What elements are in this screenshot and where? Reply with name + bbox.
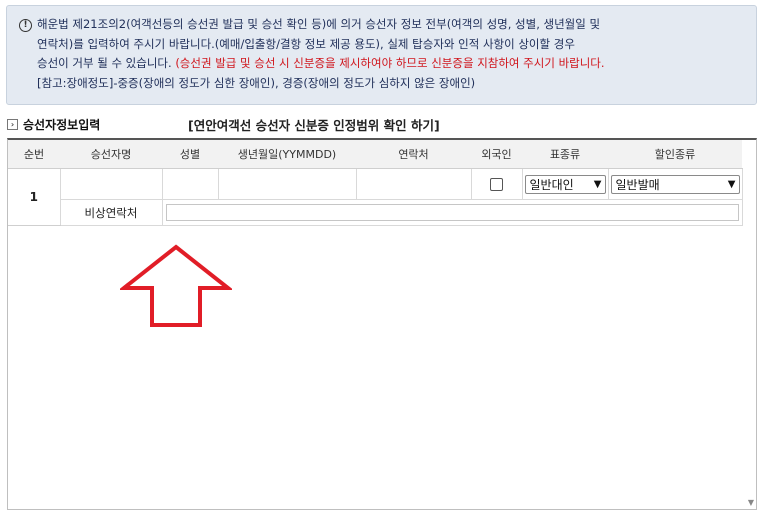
emergency-row: 비상연락처 <box>8 199 743 226</box>
notice-line-3: 승선이 거부 될 수 있습니다. (승선권 발급 및 승선 시 신분증을 제시하… <box>37 54 746 74</box>
ticket-type-cell: 일반대인 ▼ <box>522 168 609 200</box>
emergency-contact-label: 비상연락처 <box>60 199 163 226</box>
header-seq: 순번 <box>8 140 60 169</box>
notice-line-4: [참고:장애정도]-중증(장애의 정도가 심한 장애인), 경증(장애의 정도가… <box>37 75 476 90</box>
chevron-down-icon: ▼ <box>593 178 602 190</box>
header-ticket-type: 표종류 <box>522 140 608 169</box>
foreigner-checkbox[interactable] <box>490 177 503 191</box>
warning-icon: ! <box>19 19 32 32</box>
table-header-row: 순번 승선자명 성별 생년월일(YYMMDD) 연락처 외국인 표종류 할인종류 <box>8 140 742 169</box>
section-title-text: 승선자정보입력 <box>23 117 101 132</box>
discount-type-cell: 일반발매 ▼ <box>608 168 743 200</box>
table-row: 1 일반대인 ▼ 일반발매 ▼ <box>8 168 743 226</box>
phone-input[interactable] <box>356 168 472 200</box>
emergency-contact-cell <box>162 199 743 226</box>
discount-type-select[interactable]: 일반발매 ▼ <box>610 174 740 194</box>
header-phone: 연락처 <box>356 140 471 169</box>
header-name: 승선자명 <box>60 140 162 169</box>
notice-line-3-text: 승선이 거부 될 수 있습니다. <box>37 56 176 70</box>
row-seq: 1 <box>8 168 61 226</box>
ticket-type-value: 일반대인 <box>529 177 574 192</box>
header-discount-type: 할인종류 <box>608 140 742 169</box>
header-gender: 성별 <box>162 140 218 169</box>
notice-id-warning: (승선권 발급 및 승선 시 신분증을 제시하여야 하므로 신분증을 지참하여 … <box>175 56 605 70</box>
section-title: › 승선자정보입력 <box>7 116 100 132</box>
notice-line-1: 해운법 제21조의2(여객선등의 승선권 발급 및 승선 확인 등)에 의거 승… <box>37 17 601 31</box>
passenger-name-input[interactable] <box>60 168 163 200</box>
up-arrow-annotation <box>120 244 232 327</box>
emergency-contact-input[interactable] <box>165 204 739 221</box>
header-birth: 생년월일(YYMMDD) <box>218 140 356 169</box>
notice-box: ! 해운법 제21조의2(여객선등의 승선권 발급 및 승선 확인 등)에 의거… <box>6 5 757 105</box>
header-foreigner: 외국인 <box>471 140 522 169</box>
foreigner-cell <box>471 168 523 200</box>
chevron-down-icon: ▼ <box>727 178 736 190</box>
discount-type-value: 일반발매 <box>615 177 660 192</box>
passenger-table: 순번 승선자명 성별 생년월일(YYMMDD) 연락처 외국인 표종류 할인종류… <box>8 140 743 226</box>
gender-input[interactable] <box>162 168 219 200</box>
ticket-type-select[interactable]: 일반대인 ▼ <box>524 174 606 194</box>
id-range-link[interactable]: [연안여객선 승선자 신분증 인정범위 확인 하기] <box>188 115 440 134</box>
birth-input[interactable] <box>218 168 357 200</box>
section-arrow-icon: › <box>7 118 18 130</box>
scroll-down-icon[interactable]: ▼ <box>748 498 754 507</box>
notice-line-2: 연락처)를 입력하여 주시기 바랍니다.(예매/입출항/결항 정보 제공 용도)… <box>37 36 575 51</box>
